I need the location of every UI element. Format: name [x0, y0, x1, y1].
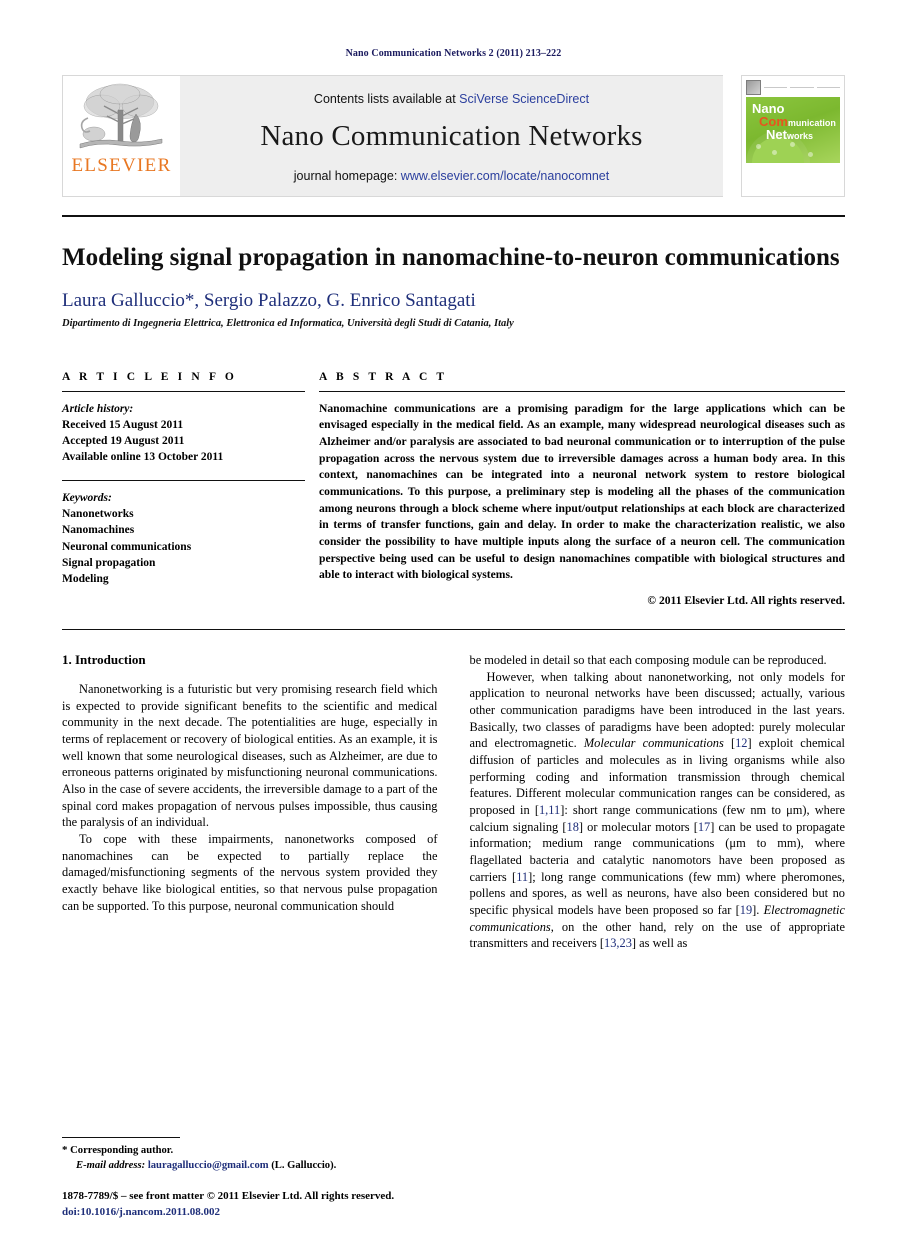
email-link[interactable]: lauragalluccio@gmail.com — [148, 1160, 269, 1171]
citation-link[interactable]: 12 — [735, 736, 747, 750]
title-top-rule — [62, 215, 845, 217]
history-received: Received 15 August 2011 — [62, 418, 184, 431]
keyword-item: Nanonetworks — [62, 508, 134, 521]
doi-link[interactable]: doi:10.1016/j.nancom.2011.08.002 — [62, 1205, 434, 1220]
cover-line-3: Networks — [766, 128, 836, 141]
text-run: ] or molecular motors [ — [578, 819, 698, 834]
keywords-rule — [62, 479, 305, 481]
cover-dot — [790, 142, 795, 147]
citation-link[interactable]: 19 — [740, 903, 752, 917]
footnote-block: * Corresponding author. E-mail address: … — [62, 1137, 434, 1220]
text-run: ]. — [752, 903, 764, 918]
cover-line-3-hi: Net — [766, 127, 787, 142]
keyword-item: Neuronal communications — [62, 540, 192, 553]
email-owner: (L. Galluccio). — [271, 1159, 337, 1171]
body-column-left: 1. Introduction Nanonetworking is a futu… — [62, 652, 438, 952]
keywords-label: Keywords: — [62, 491, 112, 504]
cover-line-2-lo: munication — [787, 118, 836, 128]
citation-link[interactable]: 17 — [698, 820, 710, 834]
keyword-item: Modeling — [62, 573, 109, 586]
article-history-label: Article history: — [62, 402, 134, 415]
abstract-rule — [319, 390, 845, 392]
journal-homepage-link[interactable]: www.elsevier.com/locate/nanocomnet — [401, 169, 609, 183]
running-head: Nano Communication Networks 2 (2011) 213… — [345, 48, 562, 59]
journal-homepage-line: journal homepage: www.elsevier.com/locat… — [294, 169, 609, 183]
section-heading-introduction: 1. Introduction — [62, 652, 146, 668]
abstract-heading: A B S T R A C T — [319, 370, 448, 383]
journal-masthead: ELSEVIER Contents lists available at Sci… — [62, 75, 845, 197]
paragraph-continued: be modeled in detail so that each compos… — [469, 653, 827, 668]
cover-stamp-icon — [746, 79, 761, 95]
citation-link[interactable]: 13,23 — [604, 936, 632, 950]
paragraph: Nanonetworking is a futuristic but very … — [62, 682, 438, 830]
copyright-line: © 2011 Elsevier Ltd. All rights reserved… — [647, 594, 845, 608]
paragraph: To cope with these impairments, nanonetw… — [62, 832, 438, 913]
footnote-rule — [62, 1137, 180, 1138]
citation-link[interactable]: 18 — [567, 820, 579, 834]
keywords-group: Keywords: Nanonetworks Nanomachines Neur… — [62, 490, 305, 588]
author-list: Laura Galluccio*, Sergio Palazzo, G. Enr… — [62, 289, 476, 311]
journal-cover-thumbnail: Nano Communication Networks — [741, 75, 845, 197]
cover-title-text: Nano Communication Networks — [752, 102, 836, 141]
cover-rule — [790, 86, 814, 88]
history-available-online: Available online 13 October 2011 — [62, 451, 224, 464]
cover-dot — [756, 144, 761, 149]
info-abstract-row: A R T I C L E I N F O Article history: R… — [62, 370, 845, 608]
article-info-column: A R T I C L E I N F O Article history: R… — [62, 371, 305, 608]
article-info-heading: A R T I C L E I N F O — [62, 370, 237, 383]
cover-bottom-area — [746, 163, 840, 192]
keyword-item: Nanomachines — [62, 524, 135, 537]
text-run: ] as well as — [631, 936, 688, 951]
abstract-column: A B S T R A C T Nanomachine communicatio… — [319, 370, 845, 608]
paper-page: Nano Communication Networks 2 (2011) 213… — [0, 0, 907, 1238]
history-accepted: Accepted 19 August 2011 — [62, 435, 185, 448]
corresponding-author-marker: * — [62, 1144, 68, 1156]
cover-topbar — [746, 79, 840, 95]
emphasis-text: Molecular communications — [583, 736, 724, 751]
abstract-text: Nanomachine communications are a promisi… — [319, 401, 845, 582]
body-column-right: be modeled in detail so that each compos… — [470, 652, 846, 952]
cover-line-3-lo: works — [786, 131, 813, 141]
corresponding-author-line: * Corresponding author. — [62, 1143, 434, 1159]
corresponding-author-text: Corresponding author. — [70, 1145, 174, 1156]
keyword-item: Signal propagation — [62, 557, 156, 570]
elsevier-logo: ELSEVIER — [62, 75, 180, 197]
cover-rule — [764, 86, 788, 88]
citation-link[interactable]: 1,11 — [539, 803, 560, 817]
elsevier-tree-icon — [79, 83, 162, 149]
info-rule — [62, 390, 305, 392]
citation-link[interactable]: 11 — [516, 870, 528, 884]
homepage-prefix: journal homepage: — [293, 168, 401, 183]
cover-rule — [816, 86, 840, 88]
body-columns: 1. Introduction Nanonetworking is a futu… — [62, 652, 845, 952]
contents-available-line: Contents lists available at SciVerse Sci… — [314, 92, 589, 106]
cover-dot — [808, 152, 813, 157]
cover-artwork: Nano Communication Networks — [746, 97, 840, 163]
article-history-group: Article history: Received 15 August 2011… — [62, 401, 305, 466]
paragraph-with-citations: However, when talking about nanonetworki… — [470, 669, 846, 952]
cover-dot — [772, 150, 777, 155]
text-run: [ — [723, 736, 736, 751]
issn-line: 1878-7789/$ – see front matter © 2011 El… — [62, 1190, 395, 1203]
body-top-rule — [62, 629, 845, 631]
journal-title: Nano Communication Networks — [260, 119, 643, 152]
email-line: E-mail address: lauragalluccio@gmail.com… — [62, 1159, 434, 1174]
journal-band: Contents lists available at SciVerse Sci… — [180, 75, 723, 197]
affiliation: Dipartimento di Ingegneria Elettrica, El… — [62, 317, 514, 329]
sciencedirect-link[interactable]: SciVerse ScienceDirect — [459, 92, 589, 106]
contents-prefix: Contents lists available at — [313, 91, 460, 106]
email-label: E-mail address: — [76, 1159, 146, 1171]
elsevier-wordmark: ELSEVIER — [71, 155, 172, 176]
page-title: Modeling signal propagation in nanomachi… — [62, 244, 840, 271]
